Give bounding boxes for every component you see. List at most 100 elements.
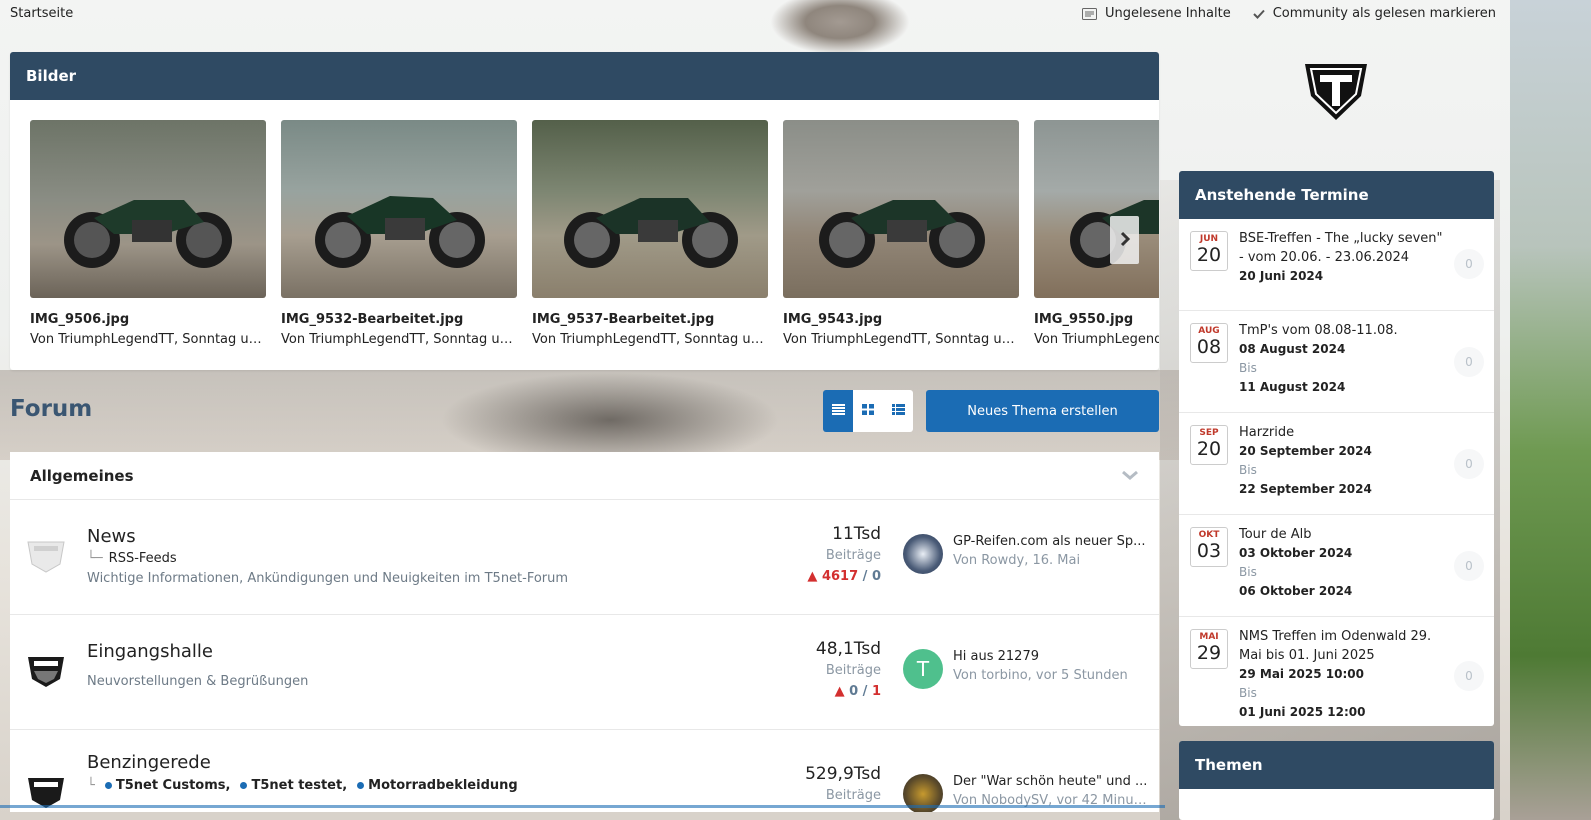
event-item[interactable]: OKT 03 Tour de Alb 03 Oktober 2024 Bis 06… [1179, 515, 1494, 617]
forum-row[interactable]: Benzingerede └ T5net Customs, T5net test… [10, 730, 1159, 812]
gallery-track: IMG_9506.jpg Von TriumphLegendTT, Sonnta… [30, 120, 1159, 347]
last-post-title[interactable]: Hi aus 21279 [953, 649, 1148, 664]
gallery-item[interactable]: IMG_9550.jpg Von TriumphLegendTT, Sonnta… [1034, 120, 1159, 347]
subforum-link[interactable]: T5net Customs, [104, 778, 230, 793]
forum-list: Allgemeines News └─ RSS-Feeds Wichtige In… [10, 452, 1159, 812]
event-title[interactable]: BSE-Treffen - The „lucky seven" - vom 20… [1239, 229, 1449, 267]
gallery-item-author: Von TriumphLegendTT, Sonntag um ... [30, 332, 266, 347]
last-post-author[interactable]: Von Rowdy, 16. Mai [953, 553, 1148, 568]
event-title[interactable]: NMS Treffen im Odenwald 29. Mai bis 01. … [1239, 627, 1449, 665]
last-post[interactable]: GP-Reifen.com als neuer Sp... Von Rowdy,… [903, 534, 1153, 574]
moderation-stats[interactable]: ▲ 0 / 1 [816, 684, 881, 699]
grid-view-icon [862, 404, 874, 418]
forum-row[interactable]: News └─ RSS-Feeds Wichtige Informationen,… [10, 500, 1159, 615]
event-until-label: Bis [1239, 361, 1257, 375]
event-comment-count[interactable]: 0 [1454, 661, 1484, 691]
forum-description: Neuvorstellungen & Begrüßungen [87, 674, 309, 689]
last-post-title[interactable]: GP-Reifen.com als neuer Sp... [953, 534, 1148, 549]
unapproved-count: 0 [849, 684, 859, 699]
images-panel: Bilder IMG_9506.jpg Von TriumphLegendTT,… [10, 52, 1159, 370]
event-comment-count[interactable]: 0 [1454, 449, 1484, 479]
event-title[interactable]: Tour de Alb [1239, 525, 1449, 544]
last-post-title[interactable]: Der "War schön heute" und ... [953, 774, 1148, 789]
gallery-item[interactable]: IMG_9537-Bearbeitet.jpg Von TriumphLegen… [532, 120, 768, 347]
motorcycle-image [564, 198, 738, 268]
image-gallery: IMG_9506.jpg Von TriumphLegendTT, Sonnta… [10, 100, 1159, 370]
motorcycle-image [315, 196, 485, 268]
event-start: 20 September 2024 [1239, 444, 1372, 458]
forum-icon-unread [28, 657, 64, 687]
background-landscape [1510, 0, 1591, 820]
subforum-link[interactable]: T5net testet, [240, 778, 347, 793]
detail-view-button[interactable] [883, 390, 913, 432]
post-count-label: Beiträge [825, 663, 881, 678]
gallery-item-author: Von TriumphLegendTT, Sonntag um ... [1034, 332, 1159, 347]
forum-title-link[interactable]: News [87, 526, 136, 547]
gallery-thumbnail[interactable] [281, 120, 517, 298]
post-count: 48,1Tsd [815, 639, 881, 659]
event-item[interactable]: AUG 08 TmP's vom 08.08-11.08. 08 August 2… [1179, 311, 1494, 413]
gallery-item[interactable]: IMG_9532-Bearbeitet.jpg Von TriumphLegen… [281, 120, 517, 347]
motorcycle-image [819, 200, 985, 268]
gallery-item-name[interactable]: IMG_9543.jpg [783, 312, 1019, 327]
gallery-item[interactable]: IMG_9506.jpg Von TriumphLegendTT, Sonnta… [30, 120, 266, 347]
event-date: SEP 20 [1190, 425, 1228, 465]
event-date: AUG 08 [1190, 323, 1228, 363]
grid-view-button[interactable] [853, 390, 883, 432]
forum-title: Forum [10, 396, 93, 422]
gallery-item-name[interactable]: IMG_9537-Bearbeitet.jpg [532, 312, 768, 327]
event-item[interactable]: JUN 20 BSE-Treffen - The „lucky seven" - … [1179, 219, 1494, 311]
gallery-thumbnail[interactable] [1034, 120, 1159, 298]
gallery-thumbnail[interactable] [783, 120, 1019, 298]
new-topic-button[interactable]: Neues Thema erstellen [926, 390, 1159, 432]
subforum-link[interactable]: └─ RSS-Feeds [87, 551, 177, 566]
event-item[interactable]: MAI 29 NMS Treffen im Odenwald 29. Mai bi… [1179, 617, 1494, 726]
unread-content-link[interactable]: Ungelesene Inhalte [1081, 6, 1231, 21]
gallery-item-name[interactable]: IMG_9550.jpg [1034, 312, 1159, 327]
category-title[interactable]: Allgemeines [30, 467, 134, 485]
forum-stats: 529,9Tsd Beiträge [805, 764, 881, 803]
unread-content-label: Ungelesene Inhalte [1104, 6, 1231, 21]
gallery-next-button[interactable] [1110, 216, 1139, 264]
forum-row[interactable]: Eingangshalle Neuvorstellungen & Begrüßu… [10, 615, 1159, 730]
chevron-down-icon[interactable] [1121, 466, 1139, 485]
gallery-thumbnail[interactable] [30, 120, 266, 298]
motorcycle-image [1070, 200, 1159, 268]
event-comment-count[interactable]: 0 [1454, 551, 1484, 581]
event-comment-count[interactable]: 0 [1454, 249, 1484, 279]
mark-read-link[interactable]: Community als gelesen markieren [1253, 6, 1496, 21]
gallery-item-name[interactable]: IMG_9506.jpg [30, 312, 266, 327]
gallery-thumbnail[interactable] [532, 120, 768, 298]
event-comment-count[interactable]: 0 [1454, 347, 1484, 377]
event-end: 22 September 2024 [1239, 482, 1372, 496]
stats-separator: / [858, 684, 872, 699]
forum-title-link[interactable]: Eingangshalle [87, 641, 213, 662]
avatar[interactable]: T [903, 649, 943, 689]
event-title[interactable]: Harzride [1239, 423, 1449, 442]
gallery-item-author: Von TriumphLegendTT, Sonntag um ... [281, 332, 517, 347]
avatar[interactable] [903, 534, 943, 574]
moderation-stats[interactable]: ▲ 4617 / 0 [807, 569, 881, 584]
event-until-label: Bis [1239, 686, 1257, 700]
event-title[interactable]: TmP's vom 08.08-11.08. [1239, 321, 1449, 340]
list-view-button[interactable] [823, 390, 853, 432]
event-until-label: Bis [1239, 463, 1257, 477]
triumph-logo[interactable] [1303, 60, 1369, 122]
last-post[interactable]: T Hi aus 21279 Von torbino, vor 5 Stunde… [903, 649, 1153, 689]
post-count-label: Beiträge [825, 548, 881, 563]
gallery-item-name[interactable]: IMG_9532-Bearbeitet.jpg [281, 312, 517, 327]
forum-title-link[interactable]: Benzingerede [87, 752, 211, 773]
event-item[interactable]: SEP 20 Harzride 20 September 2024 Bis 22 … [1179, 413, 1494, 515]
warning-icon: ▲ [807, 569, 818, 584]
category-header[interactable]: Allgemeines [10, 452, 1159, 500]
subforum-link[interactable]: Motorradbekleidung [357, 778, 518, 793]
subforum-label[interactable]: RSS-Feeds [109, 551, 177, 566]
top-links: Ungelesene Inhalte Community als gelesen… [1081, 6, 1496, 21]
unread-icon [1081, 7, 1097, 20]
last-post-author[interactable]: Von torbino, vor 5 Stunden [953, 668, 1148, 683]
warning-icon: ▲ [834, 684, 845, 699]
gallery-item[interactable]: IMG_9543.jpg Von TriumphLegendTT, Sonnta… [783, 120, 1019, 347]
breadcrumb[interactable]: Startseite [10, 6, 73, 21]
event-date: JUN 20 [1190, 231, 1228, 271]
topics-panel-title: Themen [1179, 741, 1494, 789]
